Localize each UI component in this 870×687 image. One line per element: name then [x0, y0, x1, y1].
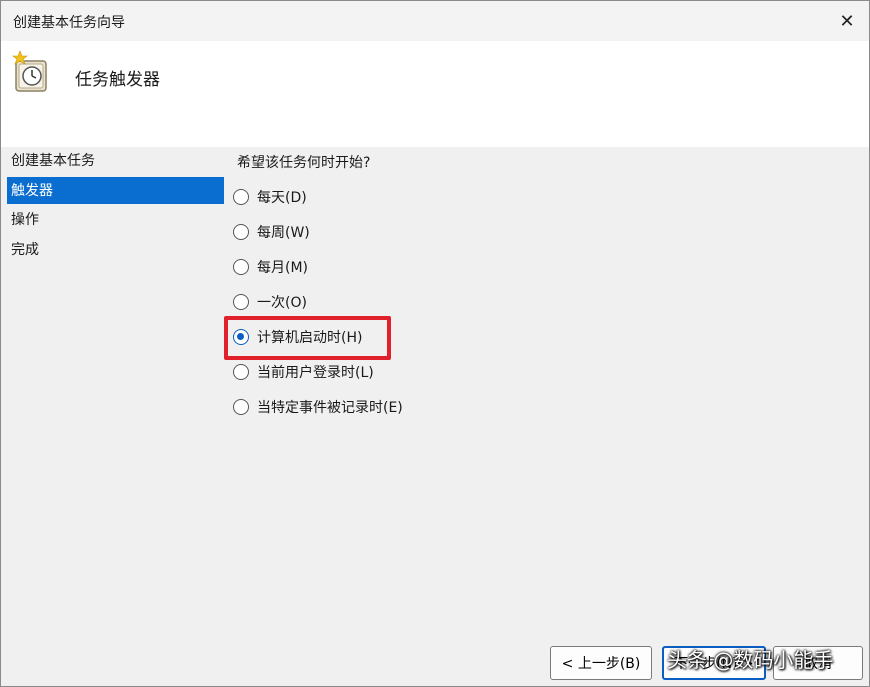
radio-label-on-event: 当特定事件被记录时(E) — [257, 400, 403, 416]
sidebar-item-trigger[interactable]: 触发器 — [7, 177, 224, 204]
question-label: 希望该任务何时开始? — [237, 155, 371, 171]
wizard-steps-sidebar: 创建基本任务 触发器 操作 完成 — [1, 147, 227, 687]
page-title: 任务触发器 — [75, 70, 160, 90]
radio-button-weekly[interactable] — [233, 224, 249, 240]
radio-label-monthly: 每月(M) — [257, 260, 309, 276]
radio-label-weekly: 每周(W) — [257, 225, 310, 241]
back-button[interactable]: < 上一步(B) — [550, 646, 652, 680]
radio-weekly[interactable]: 每周(W) — [233, 219, 310, 245]
wizard-header: 任务触发器 — [1, 41, 869, 147]
radio-label-daily: 每天(D) — [257, 190, 307, 206]
radio-button-at-logon[interactable] — [233, 364, 249, 380]
sidebar-item-finish[interactable]: 完成 — [7, 236, 224, 263]
radio-at-startup[interactable]: 计算机启动时(H) — [224, 316, 391, 360]
radio-label-once: 一次(O) — [257, 295, 307, 311]
radio-button-once[interactable] — [233, 294, 249, 310]
radio-button-at-startup[interactable] — [233, 329, 249, 345]
sidebar-item-action[interactable]: 操作 — [7, 206, 224, 233]
radio-button-daily[interactable] — [233, 189, 249, 205]
next-button[interactable]: 下一步(N) > — [662, 646, 766, 680]
window-title: 创建基本任务向导 — [13, 15, 125, 31]
radio-at-logon[interactable]: 当前用户登录时(L) — [233, 359, 374, 385]
close-icon: ✕ — [839, 10, 855, 32]
radio-on-event[interactable]: 当特定事件被记录时(E) — [233, 394, 403, 420]
trigger-options-panel: 希望该任务何时开始? 每天(D) 每周(W) 每月(M) 一次(O) 计算机启动… — [224, 147, 869, 687]
sidebar-item-create-task[interactable]: 创建基本任务 — [7, 147, 224, 174]
task-clock-icon — [12, 50, 47, 92]
wizard-window: 创建基本任务向导 ✕ 任务触发器 创建基本任务 触发器 操作 完成 希望该任务何… — [0, 0, 870, 687]
radio-button-monthly[interactable] — [233, 259, 249, 275]
cancel-button[interactable]: 取消 — [773, 646, 863, 680]
radio-label-at-startup: 计算机启动时(H) — [257, 330, 363, 346]
radio-once[interactable]: 一次(O) — [233, 289, 307, 315]
close-button[interactable]: ✕ — [833, 7, 861, 35]
title-bar: 创建基本任务向导 ✕ — [1, 1, 869, 41]
radio-monthly[interactable]: 每月(M) — [233, 254, 308, 280]
radio-daily[interactable]: 每天(D) — [233, 184, 307, 210]
radio-label-at-logon: 当前用户登录时(L) — [257, 365, 374, 381]
radio-button-on-event[interactable] — [233, 399, 249, 415]
